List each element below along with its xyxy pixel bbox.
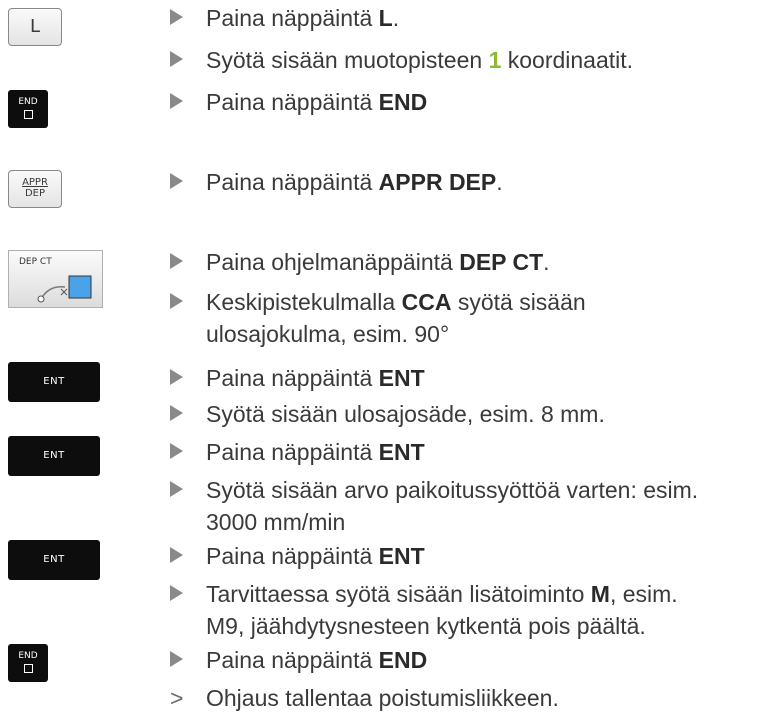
step: Tarvittaessa syötä sisään lisätoiminto M… [170, 578, 760, 642]
step: Paina ohjelmanäppäintä DEP CT. [170, 248, 760, 276]
step: Syötä sisään ulosajosäde, esim. 8 mm. [170, 400, 760, 428]
end-key[interactable]: END [8, 644, 48, 682]
triangle-bullet-icon [170, 293, 183, 309]
ent-key[interactable]: ENT [8, 540, 100, 580]
ent-key[interactable]: ENT [8, 436, 100, 476]
triangle-bullet-icon [170, 547, 183, 563]
step: Paina näppäintä ENT [170, 364, 760, 392]
end-key[interactable]: END [8, 90, 48, 128]
triangle-bullet-icon [170, 253, 183, 269]
triangle-bullet-icon [170, 651, 183, 667]
step: Paina näppäintä END [170, 646, 760, 674]
triangle-bullet-icon [170, 369, 183, 385]
l-key[interactable]: L [8, 8, 62, 46]
step: Syötä sisään muotopisteen 1 koordinaatit… [170, 46, 760, 74]
step: Paina näppäintä END [170, 88, 760, 116]
step: Keskipistekulmalla CCA syötä sisään ulosa… [170, 286, 760, 350]
triangle-bullet-icon [170, 9, 183, 25]
triangle-bullet-icon [170, 481, 183, 497]
square-icon [23, 110, 33, 119]
triangle-bullet-icon [170, 93, 183, 109]
triangle-bullet-icon [170, 173, 183, 189]
appr-dep-key[interactable]: APPR DEP [8, 170, 62, 208]
dep-ct-icon [37, 275, 92, 303]
result-step: > Ohjaus tallentaa poistumisliikkeen. [170, 685, 559, 711]
step: Paina näppäintä ENT [170, 542, 760, 570]
step: Paina näppäintä ENT [170, 438, 760, 466]
triangle-bullet-icon [170, 405, 183, 421]
triangle-bullet-icon [170, 51, 183, 67]
triangle-bullet-icon [170, 585, 183, 601]
dep-ct-softkey[interactable]: DEP CT [8, 250, 103, 308]
step: Paina näppäintä L. [170, 4, 760, 32]
result-marker: > [170, 685, 184, 711]
square-icon [23, 664, 33, 673]
step: Syötä sisään arvo paikoitussyöttöä varte… [170, 474, 760, 538]
ent-key[interactable]: ENT [8, 362, 100, 402]
step: Paina näppäintä APPR DEP. [170, 168, 760, 196]
triangle-bullet-icon [170, 443, 183, 459]
